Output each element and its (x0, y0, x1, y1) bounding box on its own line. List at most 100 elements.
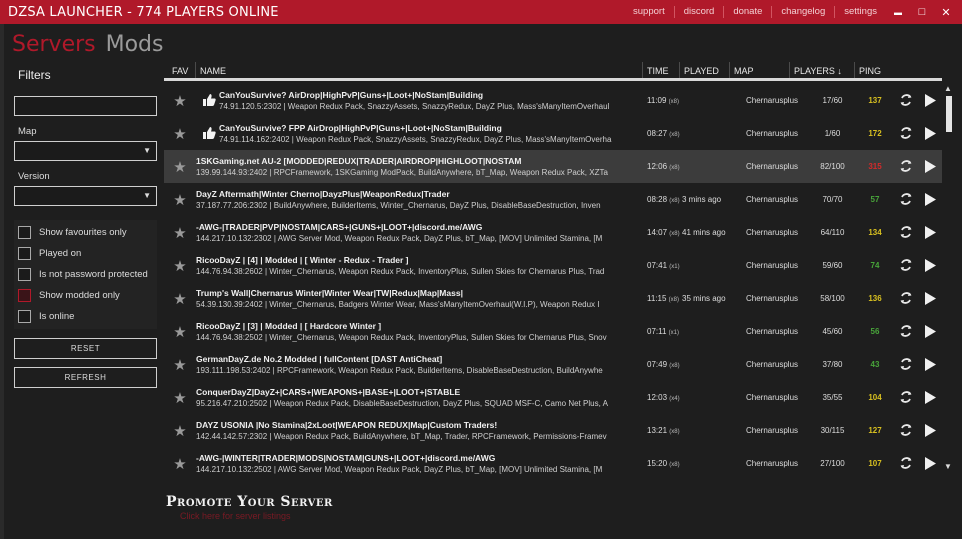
search-input[interactable] (14, 96, 157, 116)
refresh-icon[interactable] (899, 324, 913, 338)
donate-link[interactable]: donate (723, 6, 771, 18)
play-icon[interactable] (924, 358, 936, 371)
play-icon[interactable] (924, 127, 936, 140)
server-name-cell[interactable]: -AWG-|TRADER|PVP|NOSTAM|CARS+|GUNS+|LOOT… (196, 222, 643, 244)
server-name-cell[interactable]: DayZ Aftermath|Winter Cherno|DayzPlus|We… (196, 189, 643, 211)
favourite-star-icon[interactable]: ★ (164, 191, 196, 209)
server-name-cell[interactable]: RicooDayZ | [3] | Modded | [ Hardcore Wi… (196, 321, 643, 343)
table-row[interactable]: ★ GermanDayZ.de No.2 Modded | fullContent… (164, 348, 942, 381)
favourite-star-icon[interactable]: ★ (164, 224, 196, 242)
checkbox-box[interactable] (18, 289, 31, 302)
refresh-icon[interactable] (899, 390, 913, 404)
refresh-icon[interactable] (899, 192, 913, 206)
server-name-cell[interactable]: CanYouSurvive? AirDrop|HighPvP|Guns+|Loo… (196, 90, 643, 112)
minimize-button[interactable]: ▬ (886, 8, 910, 17)
promote-title[interactable]: Promote Your Server (166, 494, 333, 510)
refresh-icon[interactable] (899, 225, 913, 239)
promote-subtitle[interactable]: Click here for server listings (180, 511, 333, 521)
table-row[interactable]: ★ CanYouSurvive? AirDrop|HighPvP|Guns+|Lo… (164, 84, 942, 117)
favourite-star-icon[interactable]: ★ (164, 92, 196, 110)
column-map[interactable]: MAP (730, 62, 790, 78)
refresh-button[interactable]: REFRESH (14, 367, 157, 388)
checkbox-show-modded[interactable]: Show modded only (14, 285, 157, 306)
favourite-star-icon[interactable]: ★ (164, 158, 196, 176)
table-row[interactable]: ★ ConquerDayZ|DayZ+|CARS+|WEAPONS+|BASE+|… (164, 381, 942, 414)
server-name-cell[interactable]: 1SKGaming.net AU-2 [MODDED|REDUX|TRADER|… (196, 156, 643, 178)
play-icon[interactable] (924, 325, 936, 338)
table-row[interactable]: ★ DAYZ USONIA |No Stamina|2xLoot|WEAPON R… (164, 414, 942, 447)
refresh-icon[interactable] (899, 258, 913, 272)
favourite-star-icon[interactable]: ★ (164, 422, 196, 440)
column-name[interactable]: NAME (196, 62, 643, 78)
favourite-star-icon[interactable]: ★ (164, 290, 196, 308)
table-row[interactable]: ★ CanYouSurvive? FPP AirDrop|HighPvP|Guns… (164, 117, 942, 150)
server-name-cell[interactable]: CanYouSurvive? FPP AirDrop|HighPvP|Guns+… (196, 123, 643, 145)
play-icon[interactable] (924, 391, 936, 404)
checkbox-box[interactable] (18, 310, 31, 323)
refresh-icon[interactable] (899, 423, 913, 437)
checkbox-show-favourites[interactable]: Show favourites only (14, 222, 157, 243)
promote-banner[interactable]: Promote Your Server Click here for serve… (166, 494, 333, 521)
table-row[interactable]: ★ DayZ Aftermath|Winter Cherno|DayzPlus|W… (164, 183, 942, 216)
favourite-star-icon[interactable]: ★ (164, 257, 196, 275)
column-players[interactable]: PLAYERS ↓ (790, 62, 855, 78)
settings-link[interactable]: settings (834, 6, 886, 18)
checkbox-box[interactable] (18, 226, 31, 239)
play-icon[interactable] (924, 94, 936, 107)
refresh-icon[interactable] (899, 126, 913, 140)
server-name-cell[interactable]: -AWG-|WINTER|TRADER|MODS|NOSTAM|GUNS+|LO… (196, 453, 643, 475)
support-link[interactable]: support (624, 6, 674, 18)
map-select[interactable]: ▼ (14, 141, 157, 161)
play-icon[interactable] (924, 193, 936, 206)
column-fav[interactable]: FAV (164, 62, 196, 78)
server-name-cell[interactable]: GermanDayZ.de No.2 Modded | fullContent … (196, 354, 643, 376)
server-name-cell[interactable]: ConquerDayZ|DayZ+|CARS+|WEAPONS+|BASE+|L… (196, 387, 643, 409)
tab-mods[interactable]: Mods (106, 32, 164, 57)
play-icon[interactable] (924, 226, 936, 239)
scroll-down-icon[interactable]: ▼ (944, 462, 952, 471)
discord-link[interactable]: discord (673, 6, 724, 18)
checkbox-played-on[interactable]: Played on (14, 243, 157, 264)
close-button[interactable]: ✕ (934, 6, 958, 19)
table-row[interactable]: ★ RicooDayZ | [4] | Modded | [ Winter - R… (164, 249, 942, 282)
favourite-star-icon[interactable]: ★ (164, 455, 196, 473)
table-row[interactable]: ★ Trump's Wall|Chernarus Winter|Winter We… (164, 282, 942, 315)
table-scrollbar[interactable]: ▲ ▼ (943, 84, 955, 474)
favourite-star-icon[interactable]: ★ (164, 389, 196, 407)
column-time[interactable]: TIME (643, 62, 680, 78)
version-select[interactable]: ▼ (14, 186, 157, 206)
table-row[interactable]: ★ -AWG-|TRADER|PVP|NOSTAM|CARS+|GUNS+|LOO… (164, 216, 942, 249)
refresh-icon[interactable] (899, 357, 913, 371)
play-icon[interactable] (924, 160, 936, 173)
column-played[interactable]: PLAYED (680, 62, 730, 78)
changelog-link[interactable]: changelog (771, 6, 834, 18)
table-row[interactable]: ★ -AWG-|WINTER|TRADER|MODS|NOSTAM|GUNS+|L… (164, 447, 942, 480)
checkbox-box[interactable] (18, 247, 31, 260)
favourite-star-icon[interactable]: ★ (164, 125, 196, 143)
play-icon[interactable] (924, 457, 936, 470)
play-icon[interactable] (924, 292, 936, 305)
refresh-icon[interactable] (899, 159, 913, 173)
refresh-icon[interactable] (899, 93, 913, 107)
refresh-icon[interactable] (899, 456, 913, 470)
server-name-cell[interactable]: RicooDayZ | [4] | Modded | [ Winter - Re… (196, 255, 643, 277)
server-map: Chernarusplus (746, 327, 799, 336)
table-row[interactable]: ★ RicooDayZ | [3] | Modded | [ Hardcore W… (164, 315, 942, 348)
checkbox-box[interactable] (18, 268, 31, 281)
checkbox-not-password-protected[interactable]: Is not password protected (14, 264, 157, 285)
server-name-cell[interactable]: DAYZ USONIA |No Stamina|2xLoot|WEAPON RE… (196, 420, 643, 442)
maximize-button[interactable]: □ (910, 6, 934, 18)
tab-servers[interactable]: Servers (12, 32, 96, 57)
refresh-icon[interactable] (899, 291, 913, 305)
table-row[interactable]: ★ 1SKGaming.net AU-2 [MODDED|REDUX|TRADER… (164, 150, 942, 183)
play-icon[interactable] (924, 259, 936, 272)
server-name-cell[interactable]: Trump's Wall|Chernarus Winter|Winter Wea… (196, 288, 643, 310)
scroll-up-icon[interactable]: ▲ (944, 84, 952, 93)
checkbox-is-online[interactable]: Is online (14, 306, 157, 327)
scrollbar-thumb[interactable] (946, 96, 952, 132)
favourite-star-icon[interactable]: ★ (164, 323, 196, 341)
favourite-star-icon[interactable]: ★ (164, 356, 196, 374)
column-ping[interactable]: PING (855, 62, 895, 78)
reset-button[interactable]: RESET (14, 338, 157, 359)
play-icon[interactable] (924, 424, 936, 437)
